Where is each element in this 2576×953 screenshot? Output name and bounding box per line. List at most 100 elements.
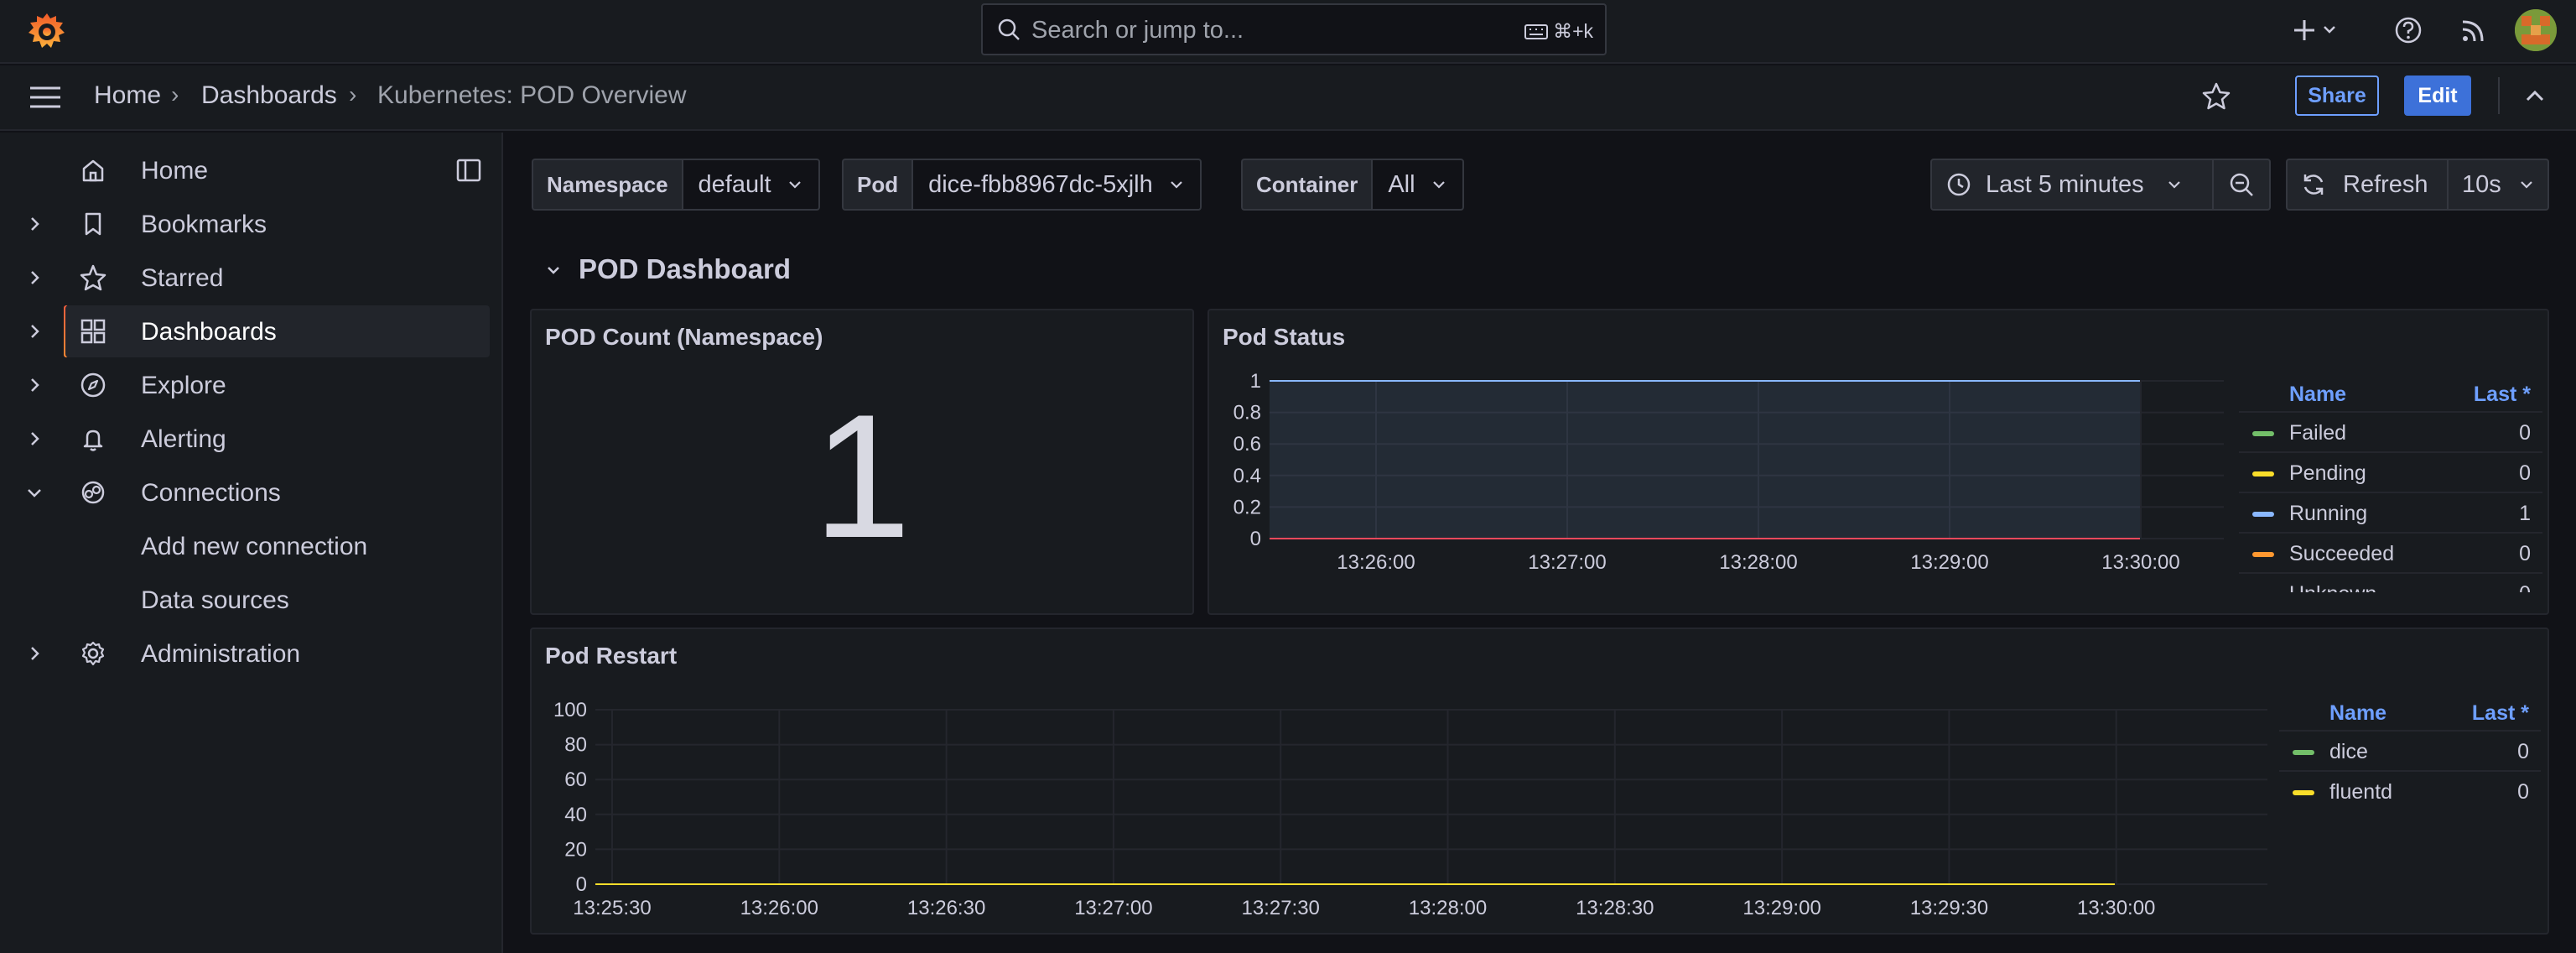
chevron-right-icon[interactable] (25, 376, 44, 394)
legend-value: 0 (2517, 780, 2529, 804)
x-tick-label: 13:28:00 (1719, 551, 1797, 574)
pod-select[interactable]: dice-fbb8967dc-5xjlh (911, 159, 1202, 211)
sidebar-item-data-sources[interactable]: Data sources (0, 574, 490, 626)
legend-item[interactable]: Unknown 0 (2239, 572, 2542, 592)
y-tick-label: 0 (576, 873, 587, 896)
chevron-right-icon[interactable] (25, 322, 44, 341)
breadcrumb-current: Kubernetes: POD Overview (377, 81, 687, 109)
sidebar-item-bookmarks[interactable]: Bookmarks (0, 198, 490, 250)
help-icon[interactable] (2392, 13, 2425, 47)
namespace-select[interactable]: default (681, 159, 820, 211)
x-tick-label: 13:30:00 (2077, 897, 2155, 919)
edit-button[interactable]: Edit (2404, 76, 2471, 116)
panel-pod-restart: Pod Restart 0 20 40 60 80 100 13:25:30 13:26:00… (530, 628, 2549, 935)
share-button[interactable]: Share (2295, 76, 2379, 116)
y-tick-label: 1 (1250, 370, 1261, 393)
chevron-down-icon (2324, 26, 2335, 34)
sidebar-item-label: Data sources (141, 586, 289, 614)
refresh-button[interactable]: Refresh (2286, 159, 2449, 211)
refresh-interval-picker[interactable]: 10s (2447, 159, 2549, 211)
breadcrumb-dashboards[interactable]: Dashboards (201, 81, 337, 110)
chevron-down-icon[interactable] (545, 262, 562, 279)
sidebar-item-add-new-connection[interactable]: Add new connection (0, 520, 490, 572)
legend-swatch (2252, 431, 2274, 436)
variable-container[interactable]: Container All (1241, 159, 1464, 211)
y-tick-label: 0.2 (1233, 496, 1261, 518)
x-tick-label: 13:26:30 (907, 897, 985, 919)
compass-icon (79, 371, 107, 399)
legend-name-header[interactable]: Name (2329, 701, 2386, 726)
legend-item[interactable]: fluentd 0 (2279, 770, 2541, 810)
avatar[interactable] (2515, 9, 2557, 51)
sidebar-item-alerting[interactable]: Alerting (0, 413, 490, 465)
chevron-down-icon[interactable] (25, 483, 44, 502)
refresh-label: Refresh (2343, 170, 2428, 198)
legend-swatch (2293, 790, 2314, 795)
legend-swatch (2252, 471, 2274, 476)
shortcut-label: ⌘+k (1553, 20, 1593, 42)
chevron-right-icon[interactable] (25, 215, 44, 233)
chevron-right-icon[interactable] (25, 644, 44, 663)
legend-name: Unknown (2289, 582, 2376, 592)
x-tick-label: 13:29:00 (1910, 551, 1988, 574)
pod-restart-chart[interactable]: 0 20 40 60 80 100 13:25:30 13:26:00 13:26:30 13:2… (532, 676, 2276, 933)
home-icon (79, 156, 107, 185)
legend-item[interactable]: Failed 0 (2239, 411, 2542, 451)
chevron-right-icon[interactable] (25, 268, 44, 287)
sidebar-item-dashboards[interactable]: Dashboards (31, 305, 490, 357)
breadcrumb-home[interactable]: Home (94, 81, 161, 110)
pod-status-legend: Name Last * Failed 0 Pending 0 Running 1 Succe… (2239, 383, 2542, 592)
row-title[interactable]: POD Dashboard (579, 253, 791, 285)
x-tick-label: 13:25:30 (573, 897, 651, 919)
variable-pod[interactable]: Pod dice-fbb8967dc-5xjlh (842, 159, 1202, 211)
legend-name: Running (2289, 502, 2368, 525)
legend-item[interactable]: Pending 0 (2239, 451, 2542, 492)
chevron-down-icon (2518, 176, 2535, 193)
sidebar-item-home[interactable]: Home (0, 144, 490, 196)
rss-icon[interactable] (2457, 13, 2490, 47)
sidebar-item-connections[interactable]: Connections (0, 466, 490, 518)
pod-restart-legend: Name Last * dice 0 fluentd 0 (2279, 701, 2541, 804)
x-tick-label: 13:27:00 (1074, 897, 1152, 919)
plus-icon (2294, 20, 2314, 40)
legend-last-header[interactable]: Last * (2474, 383, 2531, 407)
sidebar-item-label: Connections (141, 479, 281, 507)
gear-icon (79, 639, 107, 668)
zoom-out-button[interactable] (2212, 159, 2271, 211)
time-range-picker[interactable]: Last 5 minutes (1930, 159, 2214, 211)
sidebar-item-label: Starred (141, 264, 224, 292)
clock-icon (1945, 171, 1972, 198)
y-tick-label: 0 (1250, 528, 1261, 550)
chevron-down-icon (1431, 176, 1447, 193)
y-tick-label: 40 (564, 804, 587, 826)
legend-name: Pending (2289, 461, 2366, 485)
sidebar-item-explore[interactable]: Explore (0, 359, 490, 411)
sidebar-item-starred[interactable]: Starred (0, 252, 490, 304)
keyboard-icon (1524, 23, 1549, 40)
variable-value: All (1388, 171, 1415, 198)
star-icon[interactable] (2200, 81, 2232, 112)
legend-item[interactable]: Succeeded 0 (2239, 532, 2542, 572)
y-tick-label: 60 (564, 768, 587, 791)
legend-last-header[interactable]: Last * (2472, 701, 2529, 726)
chevron-up-icon[interactable] (2521, 82, 2549, 111)
legend-item[interactable]: Running 1 (2239, 492, 2542, 532)
y-tick-label: 0.4 (1233, 465, 1261, 487)
legend-value: 0 (2517, 740, 2529, 763)
container-select[interactable]: All (1371, 159, 1464, 211)
sidebar-item-label: Home (141, 157, 209, 185)
grafana-logo-icon[interactable] (25, 10, 69, 54)
legend-name-header[interactable]: Name (2289, 383, 2346, 407)
new-menu-button[interactable] (2293, 13, 2341, 47)
x-tick-label: 13:27:30 (1241, 897, 1319, 919)
y-tick-label: 100 (553, 699, 587, 721)
pod-status-chart[interactable]: 0 0.2 0.4 0.6 0.8 1 13:26:00 13:27:00 13:28:00 13… (1209, 361, 2232, 612)
chevron-right-icon[interactable] (25, 430, 44, 448)
menu-icon[interactable] (29, 84, 62, 111)
search-input[interactable]: Search or jump to... ⌘+k (981, 3, 1607, 55)
sidebar-item-administration[interactable]: Administration (0, 628, 490, 680)
zoom-out-icon (2227, 170, 2256, 199)
refresh-interval-label: 10s (2462, 170, 2501, 198)
legend-item[interactable]: dice 0 (2279, 730, 2541, 770)
variable-namespace[interactable]: Namespace default (532, 159, 820, 211)
